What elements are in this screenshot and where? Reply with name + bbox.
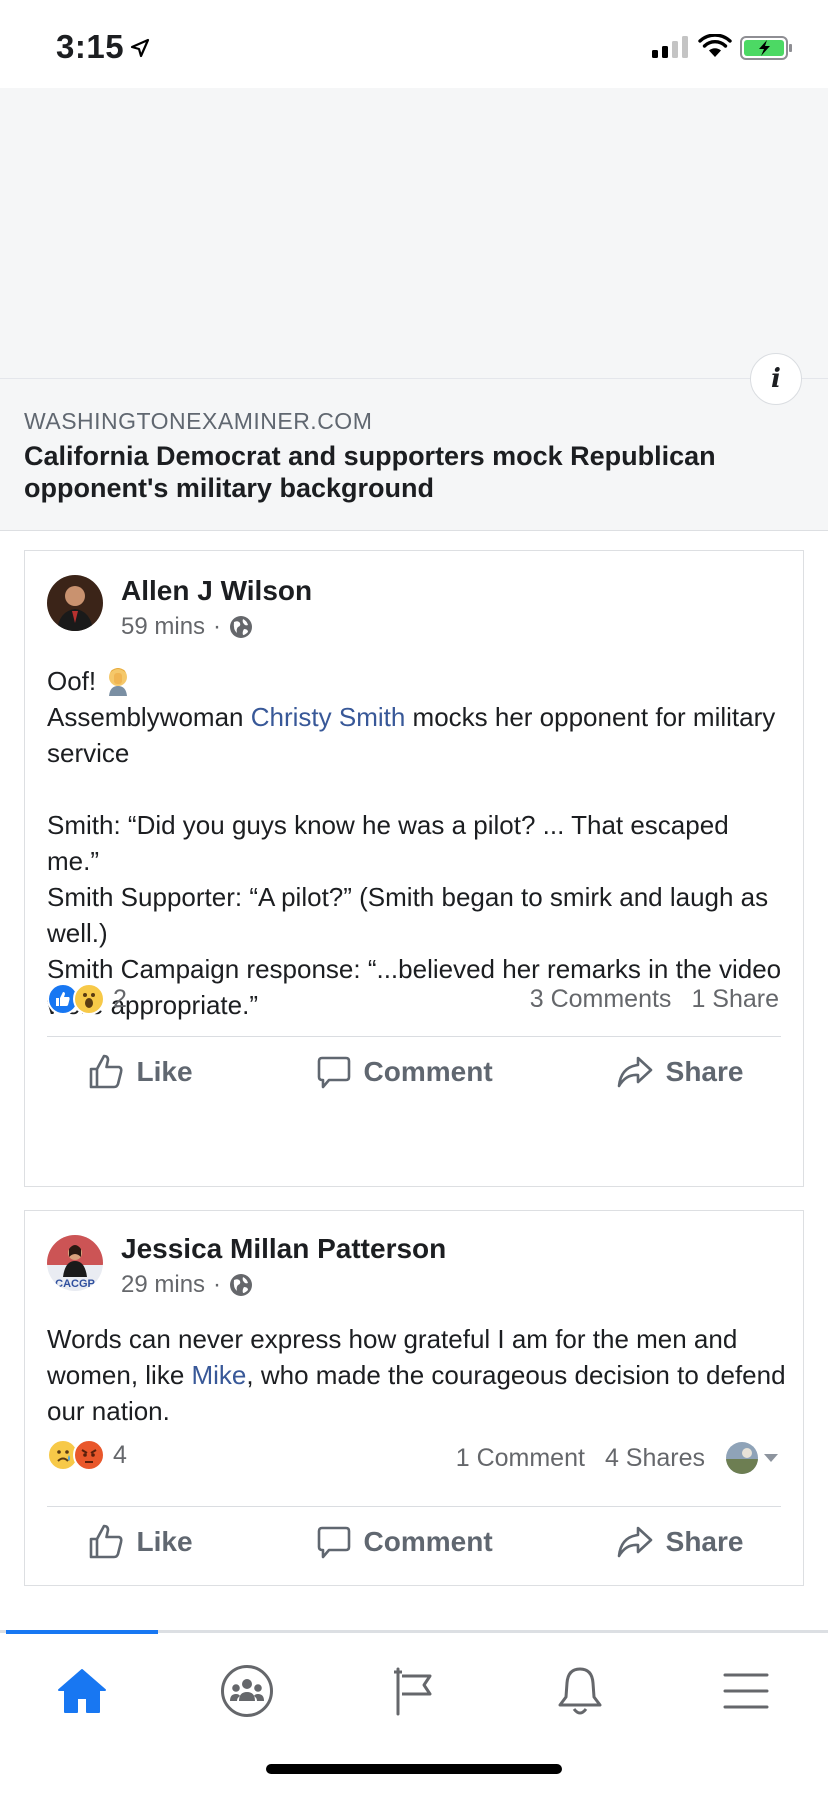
share-button[interactable]: Share	[616, 1523, 744, 1561]
shares-count[interactable]: 1 Share	[691, 985, 779, 1014]
reactions-summary[interactable]: 2	[47, 983, 127, 1015]
link-preview-image[interactable]	[0, 88, 828, 379]
post-time[interactable]: 29 mins	[121, 1271, 205, 1299]
post-text-segment: Assemblywoman	[47, 702, 251, 732]
tab-notifications[interactable]	[540, 1661, 620, 1721]
comment-bubble-icon	[317, 1526, 350, 1559]
cellular-signal-icon	[652, 36, 688, 58]
like-button[interactable]: Like	[87, 1523, 193, 1561]
tab-menu[interactable]	[706, 1661, 786, 1721]
mention-link[interactable]: Mike	[192, 1360, 247, 1390]
facepalm-emoji-icon	[109, 668, 128, 696]
comment-button[interactable]: Comment	[316, 1053, 493, 1091]
post-text: Words can never express how grateful I a…	[47, 1321, 787, 1429]
comment-label: Comment	[363, 1056, 493, 1087]
share-button[interactable]: Share	[616, 1053, 744, 1091]
info-icon[interactable]: i	[750, 353, 802, 405]
post-stats: 1 Comment 4 Shares	[456, 1441, 779, 1475]
reaction-count: 2	[113, 984, 127, 1013]
menu-icon	[723, 1673, 769, 1709]
share-arrow-icon	[617, 1526, 652, 1558]
link-headline[interactable]: California Democrat and supporters mock …	[24, 440, 794, 504]
post-text-paragraph: Assemblywoman Christy Smith mocks her op…	[47, 699, 787, 771]
home-indicator[interactable]	[266, 1764, 562, 1774]
like-label: Like	[136, 1056, 193, 1087]
comment-button[interactable]: Comment	[316, 1523, 493, 1561]
home-icon	[58, 1669, 106, 1713]
link-domain: WASHINGTONEXAMINER.COM	[24, 408, 373, 434]
pages-flag-icon	[394, 1667, 432, 1716]
post-text: Oof! Assemblywoman Christy Smith mocks h…	[47, 663, 787, 1023]
avatar[interactable]	[47, 575, 103, 631]
tab-groups[interactable]	[207, 1661, 287, 1721]
post-card: CACGP Jessica Millan Patterson 29 mins ·…	[24, 1210, 804, 1586]
wifi-icon	[698, 34, 732, 57]
meta-separator: ·	[213, 613, 222, 640]
globe-icon	[230, 616, 253, 638]
meta-separator: ·	[213, 1271, 222, 1298]
post-card: Allen J Wilson 59 mins · Oof! Assemblywo…	[24, 550, 804, 1187]
post-time[interactable]: 59 mins	[121, 613, 205, 641]
post-author[interactable]: Jessica Millan Patterson	[121, 1233, 446, 1265]
avatar-badge-text: CACGP	[55, 1278, 95, 1290]
wow-reaction-icon	[73, 983, 105, 1015]
groups-icon	[221, 1665, 273, 1717]
audience-selector[interactable]	[725, 1441, 779, 1475]
angry-reaction-icon	[73, 1439, 105, 1471]
like-button[interactable]: Like	[87, 1053, 193, 1091]
status-bar: 3:15	[0, 0, 828, 88]
battery-charging-icon	[740, 36, 792, 60]
like-label: Like	[136, 1526, 193, 1557]
avatar[interactable]: CACGP	[47, 1235, 103, 1291]
caret-down-icon	[764, 1454, 778, 1462]
post-text-opening: Oof!	[47, 666, 104, 696]
post-actions: Like Comment Share	[25, 1053, 805, 1091]
thumbs-up-icon	[89, 1524, 123, 1559]
post-author[interactable]: Allen J Wilson	[121, 575, 312, 607]
reaction-count: 4	[113, 1440, 127, 1469]
post-actions: Like Comment Share	[25, 1523, 805, 1561]
post-meta: 29 mins ·	[121, 1271, 253, 1299]
share-arrow-icon	[617, 1056, 652, 1088]
share-label: Share	[665, 1056, 744, 1087]
viewer-avatar-icon	[726, 1442, 758, 1474]
post-text-line: Oof!	[47, 663, 787, 699]
status-time: 3:15	[56, 28, 125, 65]
divider	[47, 1506, 781, 1507]
thumbs-up-icon	[89, 1054, 123, 1089]
mention-link[interactable]: Christy Smith	[251, 702, 406, 732]
comment-bubble-icon	[317, 1056, 350, 1089]
reactions-summary[interactable]: 4	[47, 1439, 127, 1471]
tab-pages[interactable]	[374, 1661, 454, 1721]
post-meta: 59 mins ·	[121, 613, 253, 641]
globe-icon	[230, 1274, 253, 1296]
active-tab-indicator	[6, 1630, 158, 1634]
tab-home[interactable]	[42, 1661, 122, 1721]
post-stats: 3 Comments 1 Share	[530, 985, 779, 1014]
notifications-bell-icon	[558, 1667, 602, 1715]
comments-count[interactable]: 3 Comments	[530, 985, 672, 1014]
link-preview-card[interactable]: i WASHINGTONEXAMINER.COM California Demo…	[0, 88, 828, 531]
shares-count[interactable]: 4 Shares	[605, 1444, 705, 1473]
comments-count[interactable]: 1 Comment	[456, 1444, 585, 1473]
location-arrow-icon	[130, 38, 150, 58]
share-label: Share	[665, 1526, 744, 1557]
divider	[47, 1036, 781, 1037]
comment-label: Comment	[363, 1526, 493, 1557]
